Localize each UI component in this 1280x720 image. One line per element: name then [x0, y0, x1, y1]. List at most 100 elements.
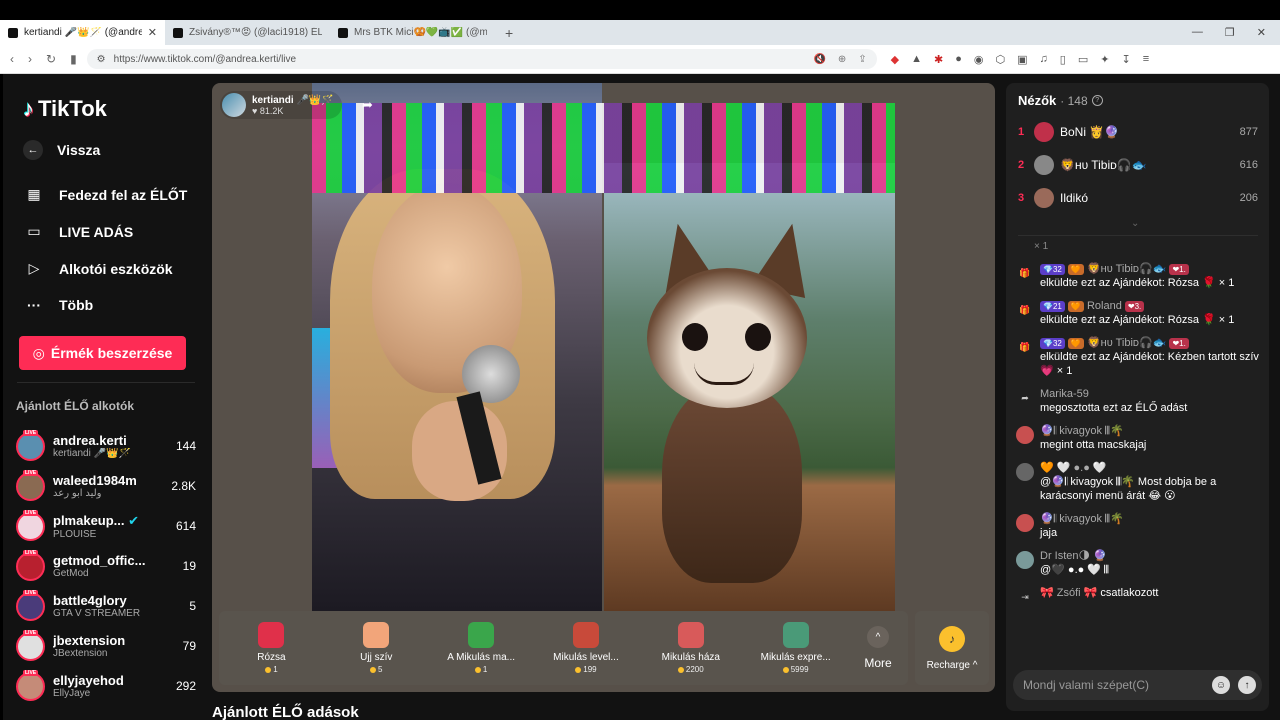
extension-icon[interactable]: ▲ [911, 53, 922, 66]
zoom-icon[interactable]: ⊕ [838, 54, 846, 65]
video-icon: ▭ [27, 223, 41, 239]
creator-item[interactable]: LIVE ellyjayehod EllyJaye 292 [16, 666, 196, 706]
verified-icon: ✔ [128, 512, 140, 528]
browser-tab-bar: kertiandi 🎤👑🪄 (@andrea ✕ Zsivány®™😡 (@la… [0, 20, 1280, 45]
creator-item[interactable]: LIVE andrea.kerti kertiandi 🎤👑🪄 144 [16, 426, 196, 466]
elf-icon [468, 622, 495, 648]
chat-messages: × 1 🎁 💎32 🧡 🦁ʜᴜ Tibiᴅ🎧🐟 ❤1. elküldte ezt… [1016, 235, 1261, 615]
url-text: https://www.tiktok.com/@andrea.kerti/liv… [113, 53, 297, 65]
new-tab-icon[interactable]: + [495, 25, 523, 41]
gift-icon: 🎁 [1019, 342, 1031, 352]
top-viewer-item[interactable]: 1 BoNi 👸🔮 877 [1018, 115, 1258, 148]
viewer-count: 5 [189, 599, 196, 613]
gift-item[interactable]: Ujj szív 5 [324, 622, 429, 674]
avatar[interactable] [1016, 514, 1034, 532]
gift-icon: 🎁 [1019, 305, 1031, 315]
chevron-down-icon[interactable]: ⌄ [1131, 218, 1139, 229]
avatar[interactable] [1016, 463, 1034, 481]
top-viewer-item[interactable]: 3 Ildikó 206 [1018, 181, 1258, 214]
shield-icon[interactable]: ◆ [891, 53, 899, 66]
nav-more[interactable]: ··· Több [23, 297, 93, 313]
gift-item[interactable]: A Mikulás ma... 1 [429, 622, 534, 674]
browser-tab[interactable]: kertiandi 🎤👑🪄 (@andrea ✕ [0, 20, 165, 45]
chat-input[interactable]: Mondj valami szépet(C) ☺ ↑ [1013, 670, 1262, 700]
music-icon[interactable]: ♫ [1040, 53, 1048, 66]
chat-message: 🔮𝄃 kivagyok 𝄃𝄃🌴 jaja [1016, 512, 1261, 540]
share-icon[interactable]: ➦ [362, 97, 373, 113]
viewer-count: 144 [175, 439, 196, 453]
more-gifts-button[interactable]: ^ More [848, 626, 908, 670]
santa-express-icon [782, 622, 809, 648]
extension-icon[interactable]: ⬡ [996, 53, 1006, 66]
emoji-icon[interactable]: ☺ [1212, 676, 1230, 694]
host-info[interactable]: kertiandi 🎤👑🪄 ♥ 81.2K [220, 91, 342, 119]
recharge-button[interactable]: ♪ Recharge ^ [915, 611, 989, 685]
top-viewers-list: 1 BoNi 👸🔮 877 2 🦁ʜᴜ Tibiᴅ🎧🐟 616 3 Ildikó… [1018, 115, 1258, 214]
site-settings-icon[interactable]: ⚙ [97, 54, 106, 65]
nav-explore-live[interactable]: ▦ Fedezd fel az ÉLŐT [23, 186, 187, 203]
close-tab-icon[interactable]: ✕ [148, 26, 157, 39]
viewer-count: 19 [182, 559, 196, 573]
extension-icon[interactable]: ✱ [934, 53, 943, 66]
extension-icon[interactable]: ◉ [974, 53, 984, 66]
send-icon[interactable]: ↑ [1238, 676, 1256, 694]
gift-item[interactable]: Rózsa 1 [219, 622, 324, 674]
coin-icon [474, 666, 481, 673]
reload-icon[interactable]: ↻ [46, 52, 56, 66]
recommended-creators-list: LIVE andrea.kerti kertiandi 🎤👑🪄 144 LIVE … [16, 426, 196, 706]
share-page-icon[interactable]: ⇪ [858, 54, 866, 65]
calendar-icon: ▦ [27, 186, 41, 202]
browser-tab[interactable]: Zsivány®™😡 (@laci1918) ÉLŐ adás [165, 20, 330, 45]
gift-item[interactable]: Mikulás expre... 5999 [743, 622, 848, 674]
chevron-up-icon: ^ [867, 626, 890, 648]
join-icon: ⇥ [1021, 592, 1029, 602]
viewer-count: 292 [175, 679, 196, 693]
tiktok-favicon-icon [173, 27, 183, 38]
avatar[interactable] [1016, 426, 1034, 444]
coin-icon [265, 666, 272, 673]
minimize-icon[interactable]: — [1192, 26, 1203, 39]
coin-icon: ◎ [32, 344, 45, 361]
viewers-header[interactable]: Nézők · 148 ? [1018, 93, 1103, 108]
avatar [1034, 187, 1054, 208]
close-window-icon[interactable]: ✕ [1257, 26, 1266, 39]
avatar[interactable] [1016, 551, 1034, 569]
restore-icon[interactable]: ❐ [1225, 26, 1235, 39]
download-icon[interactable]: ↧ [1121, 53, 1130, 66]
extension-icon[interactable]: ● [955, 53, 962, 66]
video-glitch [312, 103, 895, 193]
url-field[interactable]: ⚙ https://www.tiktok.com/@andrea.kerti/l… [86, 49, 877, 69]
viewer-count: 614 [175, 519, 196, 533]
top-viewer-item[interactable]: 2 🦁ʜᴜ Tibiᴅ🎧🐟 616 [1018, 148, 1258, 181]
avatar [1034, 154, 1054, 175]
live-video-player[interactable]: kertiandi 🎤👑🪄 ♥ 81.2K ➦ Rózsa 1 Ujj szív… [212, 83, 995, 692]
back-link[interactable]: ← Vissza [23, 140, 100, 160]
menu-icon[interactable]: ≡ [1143, 53, 1149, 66]
creator-item[interactable]: LIVE plmakeup... ✔ PLOUISE 614 [16, 506, 196, 546]
divider [17, 382, 195, 383]
gift-item[interactable]: Mikulás háza 2200 [638, 622, 743, 674]
tiktok-logo[interactable]: ♪ TikTok [23, 96, 107, 122]
nav-creator-tools[interactable]: ▷ Alkotói eszközök [23, 260, 173, 277]
puzzle-icon[interactable]: ✦ [1100, 53, 1109, 66]
info-icon[interactable]: ? [1091, 95, 1103, 106]
get-coins-button[interactable]: ◎ Érmék beszerzése [19, 336, 186, 370]
creator-item[interactable]: LIVE jbextension JBextension 79 [16, 626, 196, 666]
tiktok-favicon-icon [8, 27, 18, 38]
sidebar-icon[interactable]: ▯ [1060, 53, 1066, 66]
nav-go-live[interactable]: ▭ LIVE ADÁS [23, 223, 133, 240]
forward-icon[interactable]: › [28, 52, 32, 66]
creator-item[interactable]: LIVE waleed1984m وليد ابو رعد 2.8K [16, 466, 196, 506]
mute-icon[interactable]: 🔇 [813, 54, 825, 65]
avatar: LIVE [16, 509, 45, 541]
wallet-icon[interactable]: ▭ [1078, 53, 1088, 66]
gift-item[interactable]: Mikulás level... 199 [534, 622, 639, 674]
browser-tab[interactable]: Mrs BTK Mici🥨💚📺✅ (@mrsbt [330, 20, 495, 45]
extension-icon[interactable]: ▣ [1017, 53, 1027, 66]
back-icon[interactable]: ‹ [10, 52, 14, 66]
creator-item[interactable]: LIVE getmod_offic... GetMod 19 [16, 546, 196, 586]
rose-icon [258, 622, 285, 648]
avatar: LIVE [16, 549, 45, 581]
bookmark-icon[interactable]: ▮ [70, 52, 77, 66]
creator-item[interactable]: LIVE battle4glory GTA V STREAMER 5 [16, 586, 196, 626]
